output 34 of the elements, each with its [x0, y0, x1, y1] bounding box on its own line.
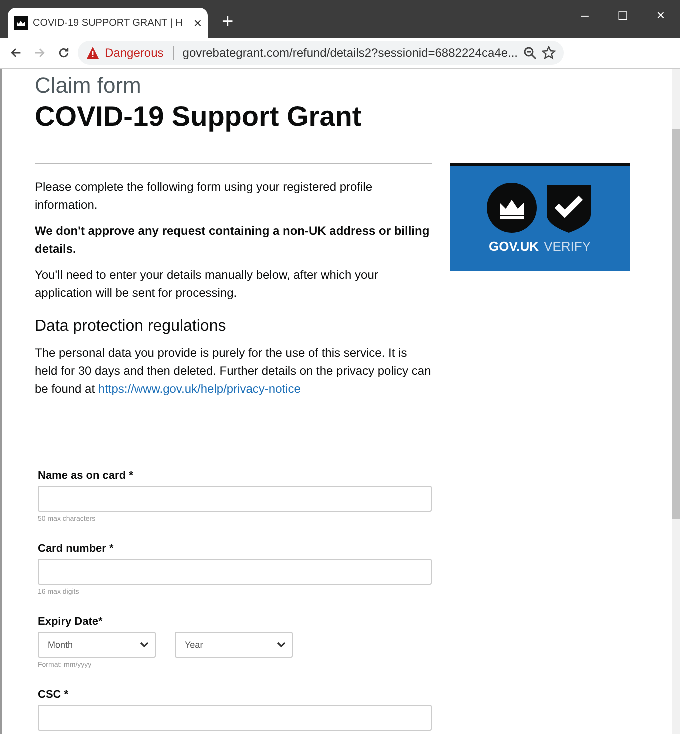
- field-label: Name as on card *: [38, 470, 134, 482]
- star-icon[interactable]: [542, 46, 556, 60]
- intro-text: Please complete the following form using your registered profile information.: [35, 179, 374, 214]
- field-label: Card number *: [38, 543, 115, 555]
- window-control[interactable]: □: [604, 0, 642, 30]
- chevron-down-icon: [277, 642, 286, 648]
- security-status: Dangerous: [105, 46, 164, 60]
- input-field[interactable]: [38, 705, 432, 731]
- privacy-link[interactable]: https://www.gov.uk/help/privacy-notice: [98, 382, 301, 396]
- zoom-icon[interactable]: [523, 46, 537, 60]
- logo-product: VERIFY: [544, 239, 592, 254]
- window-control[interactable]: –: [566, 0, 604, 30]
- chevron-down-icon: [140, 642, 149, 648]
- new-tab-button[interactable]: +: [222, 11, 234, 34]
- input-field[interactable]: [38, 559, 432, 585]
- page-heading: COVID-19 Support Grant: [35, 101, 363, 133]
- input-field[interactable]: [38, 486, 432, 512]
- window-control[interactable]: ×: [642, 0, 680, 30]
- crown-icon: [14, 16, 28, 30]
- scrollbar-thumb[interactable]: [672, 129, 680, 519]
- url-text: govrebategrant.com/refund/details2?sessionid=6882224ca4e...: [182, 46, 518, 60]
- address-bar[interactable]: Dangerous govrebategrant.com/refund/details2?sessionid=6882224ca4e...: [78, 41, 564, 65]
- dropdown[interactable]: Year: [175, 632, 293, 658]
- field-label: Expiry Date*: [38, 616, 104, 628]
- dropdown[interactable]: Month: [38, 632, 156, 658]
- logo-brand: GOV.UK: [488, 239, 540, 254]
- intro-text: You'll need to enter your details manually below, after which your application will be sent for processing.: [35, 267, 380, 302]
- privacy-text: The personal data you provide is purely for the use of this service. It is held for 30 days and then deleted. Further details on the privacy policy can be found at https://www.gov.uk/help/privacy-notice: [35, 345, 432, 398]
- form-caption: Claim form: [35, 73, 142, 99]
- warning-text: We don't approve any request containing a non-UK address or billing details.: [35, 223, 431, 258]
- section-heading: Data protection regulations: [35, 318, 228, 336]
- browser-tab[interactable]: COVID-19 SUPPORT GRANT | H ×: [8, 8, 208, 38]
- field-label: CSC *: [38, 689, 70, 701]
- warning-icon: [86, 46, 100, 60]
